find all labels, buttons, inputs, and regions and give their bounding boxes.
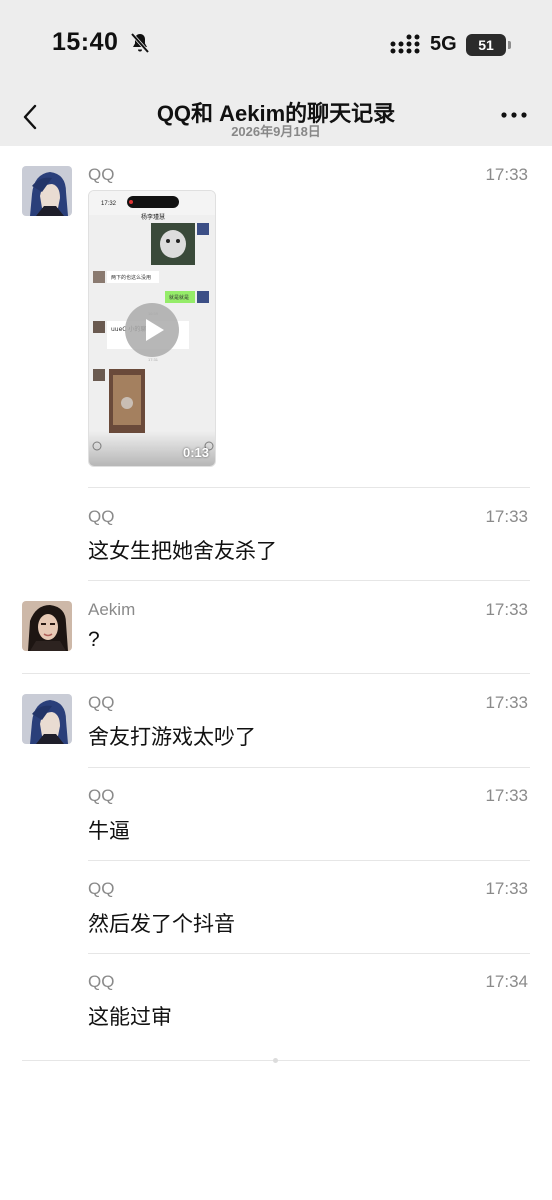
divider (88, 767, 530, 768)
play-button[interactable] (125, 303, 179, 357)
signal-icon (390, 34, 420, 54)
message-text: 然后发了个抖音 (88, 913, 235, 936)
message-text: 舍友打游戏太吵了 (88, 726, 256, 749)
message-time: 17:33 (485, 507, 528, 526)
network-type: 5G (430, 33, 457, 55)
message-time: 17:33 (485, 693, 528, 712)
avatar-aekim[interactable] (22, 601, 72, 651)
message-sender: QQ (88, 165, 115, 184)
message-sender: Aekim (88, 600, 136, 619)
status-time: 15:40 (52, 28, 119, 56)
divider (22, 673, 530, 674)
avatar-qq[interactable] (22, 166, 72, 216)
message-text: 牛逼 (88, 820, 130, 843)
avatar-image (22, 694, 72, 744)
avatar-image (22, 601, 72, 651)
status-bar: 15:40 5G 51 (0, 0, 552, 88)
nav-bar: QQ和 Aekim的聊天记录 2026年9月18日 (0, 88, 552, 146)
preview-timestamp-2: 17:31 (148, 357, 159, 362)
avatar-qq[interactable] (22, 694, 72, 744)
message-text: 这女生把她舍友杀了 (88, 540, 277, 563)
message-sender: QQ (88, 786, 115, 805)
video-duration: 0:13 (182, 445, 209, 460)
page-subtitle-date: 2026年9月18日 (231, 124, 321, 139)
divider (88, 580, 530, 581)
message-sender: QQ (88, 879, 115, 898)
message-time: 17:33 (485, 879, 528, 898)
message-time: 17:33 (485, 786, 528, 805)
message-sender: QQ (88, 693, 115, 712)
avatar-image (22, 166, 72, 216)
battery-indicator: 51 (466, 34, 511, 56)
preview-bubble-1: 两下的也这么没用 (111, 274, 151, 281)
message-text: 这能过审 (88, 1006, 172, 1029)
more-options-icon[interactable] (496, 100, 532, 130)
message-sender: QQ (88, 507, 115, 526)
message-time: 17:33 (485, 600, 528, 619)
play-icon (146, 319, 164, 341)
video-message[interactable]: 17:32 杨李瑾慧 两下的也这么没用 就是就是 16:59 uueC 小的聊天… (88, 190, 216, 467)
message-time: 17:34 (485, 972, 528, 991)
message-time: 17:33 (485, 165, 528, 184)
preview-bubble-2: 就是就是 (169, 294, 189, 301)
silent-bell-icon (130, 32, 150, 54)
divider (88, 487, 530, 488)
end-dot (273, 1058, 278, 1063)
divider (88, 860, 530, 861)
message-text: ? (88, 628, 100, 651)
preview-chat-title: 杨李瑾慧 (141, 213, 165, 221)
preview-status-time: 17:32 (101, 201, 117, 207)
divider (88, 953, 530, 954)
message-sender: QQ (88, 972, 115, 991)
